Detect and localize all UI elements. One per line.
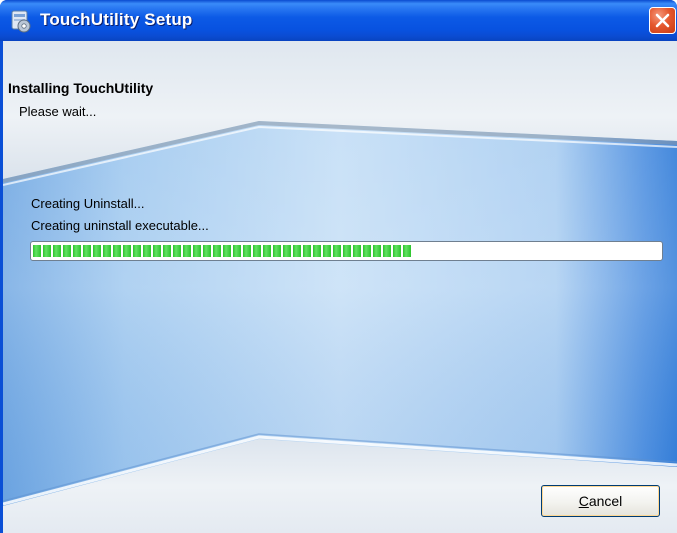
window-title: TouchUtility Setup [40, 10, 193, 29]
cancel-mnemonic: C [578, 493, 589, 509]
progress-fill [33, 245, 411, 257]
title-bar[interactable]: TouchUtility Setup [0, 0, 677, 41]
close-icon [655, 13, 670, 28]
page-title: Installing TouchUtility [8, 80, 154, 96]
background-art [3, 41, 677, 533]
cancel-label: ancel [588, 493, 623, 509]
status-action-text: Creating Uninstall... [31, 196, 145, 211]
cancel-button[interactable]: Cancel [541, 485, 660, 517]
status-detail-text: Creating uninstall executable... [31, 218, 209, 233]
setup-window: TouchUtility Setup Installing TouchUtili… [0, 0, 677, 533]
client-area: Installing TouchUtility Please wait... C… [3, 41, 677, 533]
setup-icon [9, 9, 33, 33]
install-progress-bar [30, 241, 663, 261]
page-subtitle: Please wait... [19, 104, 97, 119]
close-button[interactable] [649, 7, 676, 34]
